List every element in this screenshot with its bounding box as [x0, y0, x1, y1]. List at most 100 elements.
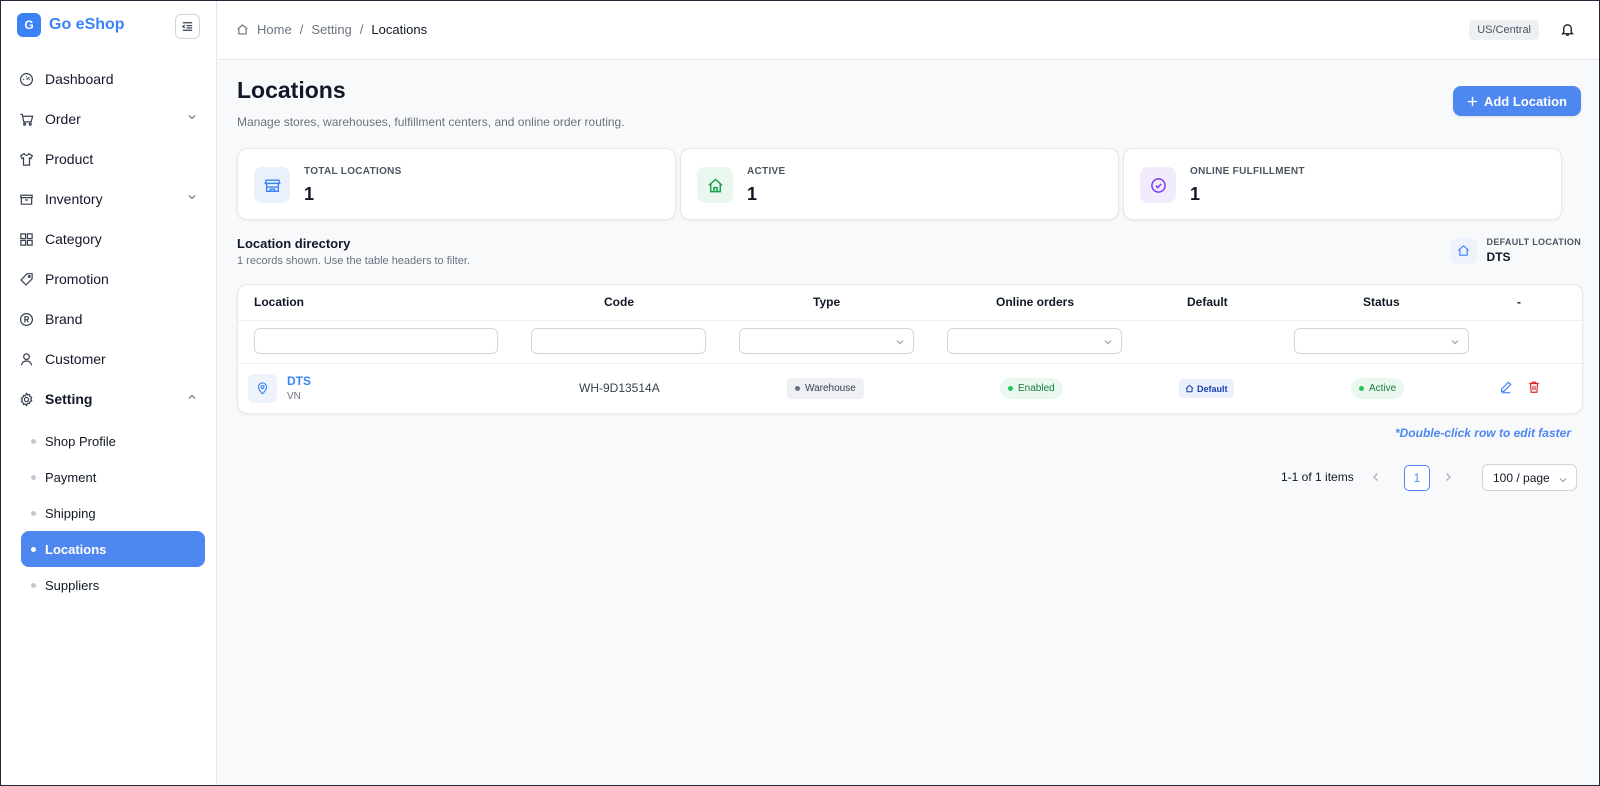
sidebar-item-setting[interactable]: Setting [1, 379, 217, 419]
cart-icon [20, 113, 34, 126]
location-name-link[interactable]: DTS [287, 374, 311, 388]
default-badge-label: Default [1197, 383, 1228, 394]
sidebar-item-inventory[interactable]: Inventory [1, 179, 217, 219]
pagination-page-1[interactable]: 1 [1404, 465, 1430, 491]
breadcrumb-home[interactable]: Home [257, 22, 292, 37]
chevron-left-icon [1373, 473, 1378, 481]
column-header-online-orders[interactable]: Online orders [996, 295, 1074, 309]
sidebar-item-label: Category [45, 231, 102, 247]
notifications-button[interactable] [1560, 22, 1575, 37]
pagination-prev-button[interactable] [1370, 471, 1382, 483]
top-header: Home / Setting / Locations US/Central [218, 1, 1599, 60]
check-circle-icon [1150, 177, 1166, 193]
chevron-down-icon [1451, 340, 1459, 345]
menu-fold-icon [181, 22, 193, 31]
sidebar-item-label: Promotion [45, 271, 109, 287]
column-header-status[interactable]: Status [1363, 295, 1400, 309]
table-row[interactable]: DTS VN WH-9D13514A Warehouse Enabled Def… [238, 364, 1582, 413]
store-icon [263, 178, 281, 192]
sidebar-subitem-locations[interactable]: Locations [21, 531, 205, 567]
badge-dot [1008, 386, 1013, 391]
box-icon [20, 194, 33, 205]
chevron-down-icon [188, 115, 196, 120]
sidebar-subitem-payment[interactable]: Payment [21, 459, 205, 495]
gear-icon [20, 391, 33, 407]
sidebar-nav: Dashboard Order Product Inventory Catego… [1, 59, 217, 419]
home-icon [707, 177, 723, 192]
chevron-down-icon [1104, 340, 1112, 345]
status-filter-select[interactable] [1294, 328, 1469, 354]
timezone-badge[interactable]: US/Central [1469, 20, 1539, 40]
map-pin-icon [257, 382, 268, 395]
stat-label: TOTAL LOCATIONS [304, 166, 402, 177]
directory-title: Location directory [237, 236, 351, 251]
column-header-code[interactable]: Code [604, 295, 634, 309]
chevron-down-icon [1559, 478, 1567, 483]
subitem-label: Shop Profile [45, 433, 116, 449]
stat-card-active: ACTIVE 1 [680, 148, 1119, 220]
grid-icon [20, 232, 33, 246]
breadcrumb-separator: / [359, 22, 364, 37]
stat-icon-wrap [697, 167, 733, 203]
home-icon [237, 24, 248, 35]
status-badge: Active [1351, 378, 1405, 399]
home-icon [1458, 245, 1469, 256]
sidebar-item-category[interactable]: Category [1, 219, 217, 259]
column-header-default[interactable]: Default [1187, 295, 1228, 309]
sidebar-item-brand[interactable]: Brand [1, 299, 217, 339]
chevron-up-icon [188, 394, 196, 399]
location-country: VN [287, 391, 301, 402]
edit-icon [1501, 381, 1512, 394]
sidebar-item-order[interactable]: Order [1, 99, 217, 139]
filter-row [238, 321, 1582, 364]
pagination-next-button[interactable] [1442, 471, 1454, 483]
sidebar: G Go eShop Dashboard Order Product Inven… [1, 1, 217, 785]
collapse-sidebar-button[interactable] [175, 14, 200, 39]
brand-logo: G [17, 13, 41, 37]
breadcrumb-current: Locations [371, 22, 428, 37]
column-header-actions: - [1517, 295, 1521, 309]
sidebar-item-customer[interactable]: Customer [1, 339, 217, 379]
tag-icon [20, 272, 33, 286]
directory-subtitle: 1 records shown. Use the table headers t… [237, 255, 470, 267]
sidebar-subitem-shipping[interactable]: Shipping [21, 495, 205, 531]
sidebar-item-label: Inventory [45, 191, 103, 207]
code-filter-input[interactable] [531, 328, 706, 354]
sidebar-item-promotion[interactable]: Promotion [1, 259, 217, 299]
sidebar-subitem-shop-profile[interactable]: Shop Profile [21, 423, 205, 459]
bullet-dot [31, 583, 36, 588]
stat-value: 1 [304, 184, 315, 204]
sidebar-item-product[interactable]: Product [1, 139, 217, 179]
sidebar-item-dashboard[interactable]: Dashboard [1, 59, 217, 99]
add-location-button[interactable]: Add Location [1452, 86, 1581, 116]
default-location: DEFAULT LOCATION DTS [1450, 237, 1581, 264]
badge-dot [795, 386, 800, 391]
stat-card-total: TOTAL LOCATIONS 1 [237, 148, 676, 220]
page-size-select[interactable]: 100 / page [1482, 464, 1577, 491]
sidebar-item-label: Setting [45, 391, 93, 407]
location-filter-input[interactable] [254, 328, 498, 354]
online-orders-filter-select[interactable] [947, 328, 1122, 354]
locations-table: Location Code Type Online orders Default… [237, 284, 1583, 414]
bullet-dot [31, 475, 36, 480]
stat-icon-wrap [1140, 167, 1176, 203]
stat-icon-wrap [254, 167, 290, 203]
column-header-type[interactable]: Type [813, 295, 840, 309]
breadcrumb-setting[interactable]: Setting [311, 22, 351, 37]
sidebar-subitem-suppliers[interactable]: Suppliers [21, 567, 205, 603]
badge-dot [1359, 386, 1364, 391]
type-filter-select[interactable] [739, 328, 914, 354]
location-code: WH-9D13514A [579, 381, 660, 395]
column-header-location[interactable]: Location [254, 295, 304, 309]
stat-card-online-fulfillment: ONLINE FULFILLMENT 1 [1123, 148, 1562, 220]
edit-hint: *Double-click row to edit faster [1394, 426, 1571, 440]
sidebar-item-label: Product [45, 151, 94, 167]
sidebar-item-label: Order [45, 111, 81, 127]
pagination-summary: 1-1 of 1 items [1281, 470, 1354, 484]
chevron-right-icon [1446, 473, 1451, 481]
sidebar-item-label: Dashboard [45, 71, 114, 87]
edit-button[interactable] [1499, 380, 1513, 394]
page-title: Locations [237, 77, 346, 103]
delete-button[interactable] [1527, 380, 1541, 394]
brand[interactable]: G Go eShop [17, 13, 125, 37]
